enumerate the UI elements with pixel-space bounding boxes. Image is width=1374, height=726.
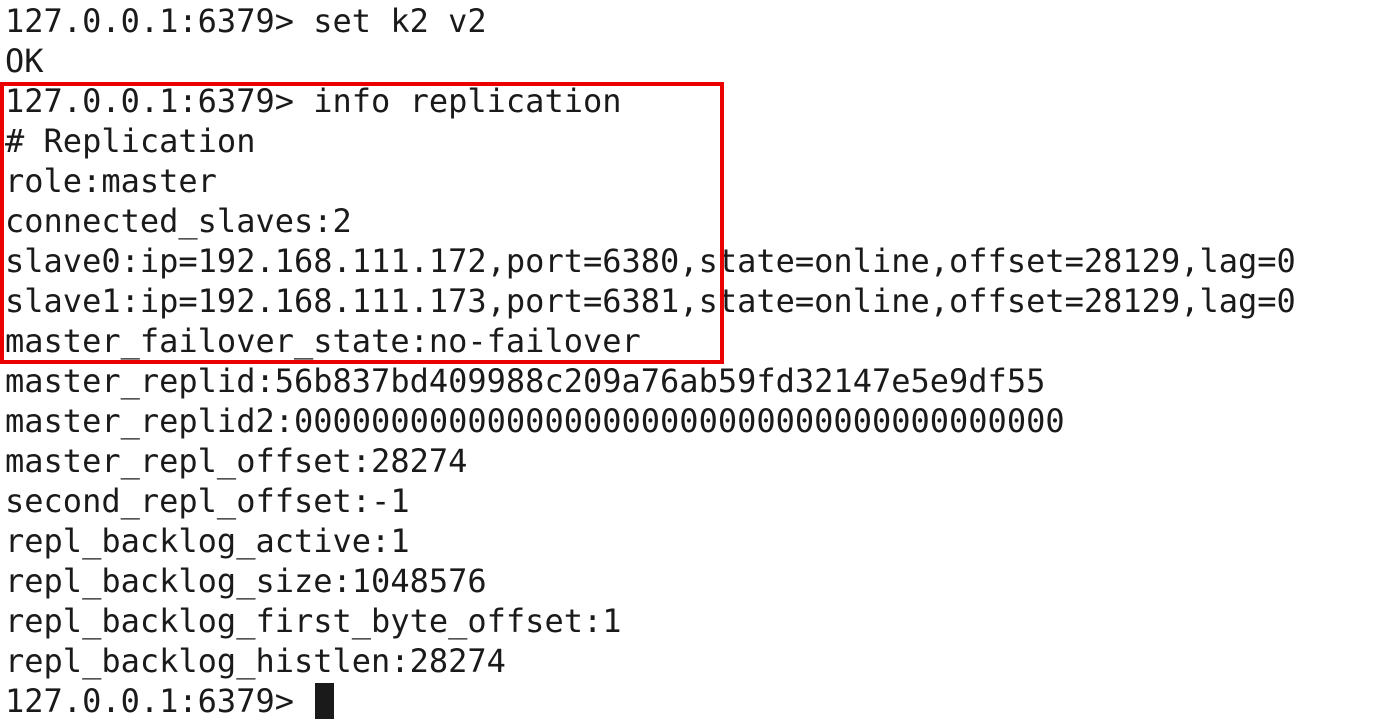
prompt-line[interactable]: 127.0.0.1:6379> xyxy=(5,681,1374,721)
terminal-line: repl_backlog_histlen:28274 xyxy=(5,642,506,680)
terminal-line: repl_backlog_size:1048576 xyxy=(5,562,487,600)
terminal-line: master_failover_state:no-failover xyxy=(5,322,641,360)
terminal-line: repl_backlog_active:1 xyxy=(5,522,410,560)
terminal-line: master_replid:56b837bd409988c209a76ab59f… xyxy=(5,362,1046,400)
terminal-line: 127.0.0.1:6379> info replication xyxy=(5,82,622,120)
shell-prompt: 127.0.0.1:6379> xyxy=(5,682,314,720)
text-cursor xyxy=(315,683,335,719)
terminal-line: # Replication xyxy=(5,122,256,160)
terminal-line: connected_slaves:2 xyxy=(5,202,352,240)
terminal-line: slave0:ip=192.168.111.172,port=6380,stat… xyxy=(5,242,1296,280)
terminal-line: slave1:ip=192.168.111.173,port=6381,stat… xyxy=(5,282,1296,320)
terminal-line: 127.0.0.1:6379> set k2 v2 xyxy=(5,2,487,40)
terminal-line: master_replid2:0000000000000000000000000… xyxy=(5,402,1065,440)
terminal-window[interactable]: 127.0.0.1:6379> set k2 v2 OK 127.0.0.1:6… xyxy=(0,0,1374,726)
terminal-line: repl_backlog_first_byte_offset:1 xyxy=(5,602,622,640)
terminal-line: second_repl_offset:-1 xyxy=(5,482,410,520)
terminal-line: master_repl_offset:28274 xyxy=(5,442,468,480)
terminal-line: role:master xyxy=(5,162,217,200)
terminal-line: OK xyxy=(5,42,44,80)
